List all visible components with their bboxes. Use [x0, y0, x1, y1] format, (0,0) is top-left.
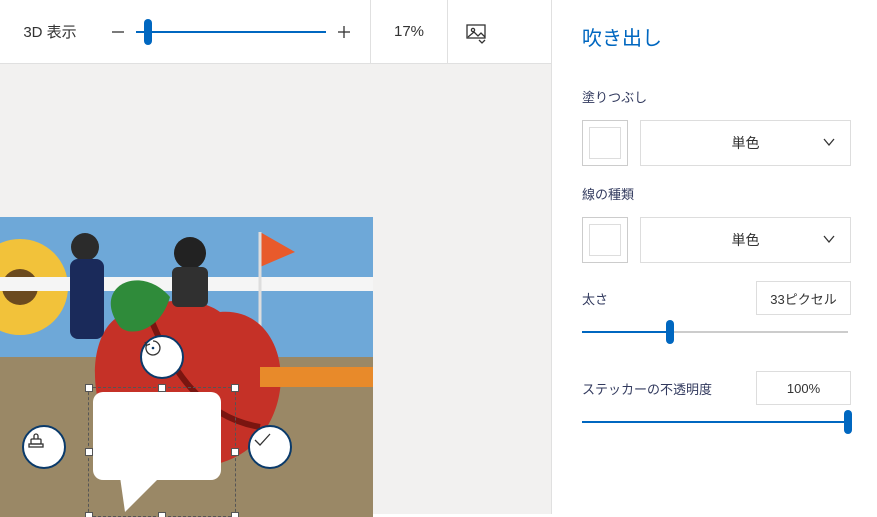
zoom-slider[interactable] [136, 14, 326, 50]
view-3d-button[interactable]: 3D 表示 [0, 0, 100, 63]
properties-panel: 吹き出し 塗りつぶし 単色 線の種類 単色 太さ 33ピクセル ステッカーの不透… [551, 0, 877, 514]
plus-icon [336, 24, 352, 40]
thickness-value-input[interactable]: 33ピクセル [756, 281, 851, 315]
line-mode-value: 単色 [732, 230, 760, 250]
thickness-slider[interactable] [582, 323, 848, 341]
zoom-in-button[interactable] [326, 14, 362, 50]
thickness-label: 太さ [582, 289, 608, 308]
zoom-out-button[interactable] [100, 14, 136, 50]
resize-handle-s[interactable] [158, 512, 166, 517]
commit-button[interactable] [248, 425, 292, 469]
line-section-label: 線の種類 [582, 184, 851, 203]
resize-handle-n[interactable] [158, 384, 166, 392]
selection-box[interactable] [88, 387, 236, 517]
resize-handle-se[interactable] [231, 512, 239, 517]
opacity-value-input[interactable]: 100% [756, 371, 851, 405]
resize-handle-w[interactable] [85, 448, 93, 456]
rotate-button[interactable] [140, 335, 184, 379]
stamp-icon [24, 427, 48, 451]
rotate-icon [142, 337, 164, 359]
resize-handle-nw[interactable] [85, 384, 93, 392]
opacity-slider[interactable] [582, 413, 848, 431]
resize-handle-e[interactable] [231, 448, 239, 456]
panel-title: 吹き出し [582, 22, 851, 51]
stamp-button[interactable] [22, 425, 66, 469]
canvas[interactable] [0, 217, 373, 517]
check-icon [250, 427, 274, 451]
resize-handle-ne[interactable] [231, 384, 239, 392]
toolbar-divider [447, 0, 448, 64]
fill-mode-dropdown[interactable]: 単色 [640, 120, 851, 166]
resize-handle-sw[interactable] [85, 512, 93, 517]
toolbar-divider [370, 0, 371, 64]
picture-icon [464, 20, 488, 44]
chevron-down-icon [822, 135, 836, 152]
canvas-panel [0, 64, 551, 514]
line-mode-dropdown[interactable]: 単色 [640, 217, 851, 263]
fill-section-label: 塗りつぶし [582, 87, 851, 106]
fill-swatch[interactable] [582, 120, 628, 166]
fill-mode-value: 単色 [732, 133, 760, 153]
chevron-down-icon [822, 232, 836, 249]
line-swatch[interactable] [582, 217, 628, 263]
minus-icon [110, 24, 126, 40]
zoom-percent-label: 17% [379, 23, 439, 40]
opacity-label: ステッカーの不透明度 [582, 379, 712, 398]
canvas-view-button[interactable] [456, 12, 496, 52]
